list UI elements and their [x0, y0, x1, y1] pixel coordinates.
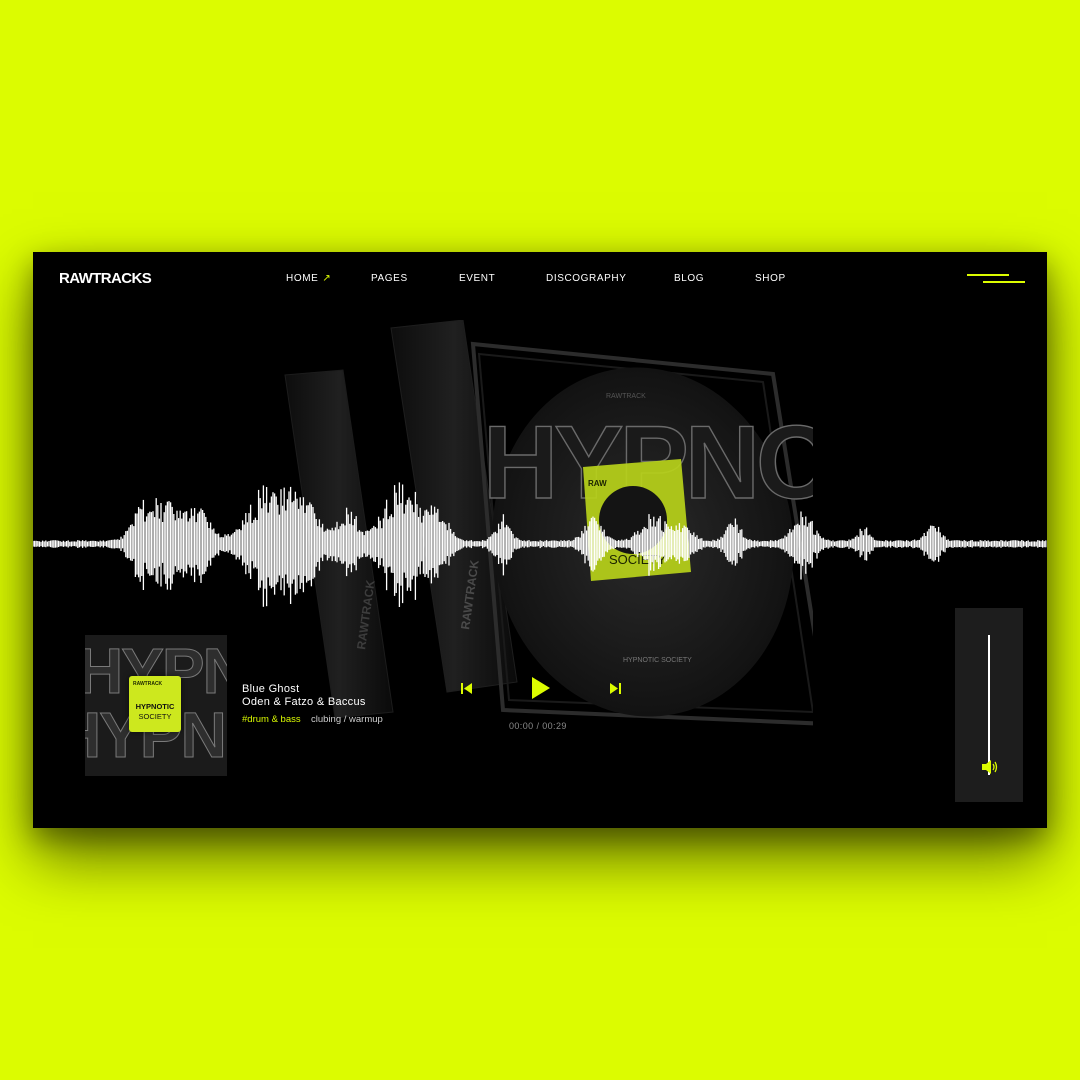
- app-window: RAWTRACK RAWTRACK HYPNO RAWTRACK HYPNOTI…: [33, 252, 1047, 828]
- arrow-up-right-icon: ↗: [322, 273, 332, 284]
- volume-slider-fill[interactable]: [988, 635, 990, 775]
- play-icon[interactable]: [531, 676, 551, 700]
- cover-brand: RAWTRACK: [133, 681, 163, 687]
- skip-next-icon[interactable]: [609, 683, 621, 694]
- skip-previous-icon[interactable]: [461, 683, 473, 694]
- track-artist: Oden & Fatzo & Baccus: [242, 696, 366, 708]
- playback-time: 00:00 / 00:29: [509, 721, 567, 731]
- cover-title-line2: SOCIETY: [138, 712, 172, 721]
- main-nav: HOME ↗ PAGES EVENT DISCOGRAPHY BLOG SHOP: [33, 273, 1047, 287]
- cover-sticker: RAWTRACK HYPNOTIC SOCIETY: [129, 676, 181, 732]
- audio-waveform: [33, 482, 1047, 607]
- genre-tag[interactable]: #drum & bass: [242, 714, 301, 725]
- nav-item-home[interactable]: HOME ↗: [286, 273, 331, 284]
- current-time: 00:00: [509, 721, 534, 731]
- volume-panel: [955, 608, 1023, 802]
- nav-item-blog[interactable]: BLOG: [674, 273, 704, 284]
- nav-item-label: HOME: [286, 273, 319, 284]
- nav-item-shop[interactable]: SHOP: [755, 273, 786, 284]
- cd-disc-text: HYPNOTIC SOCIETY: [623, 657, 692, 664]
- album-cover[interactable]: HYPNOTIC HYPNOTIC RAWTRACK HYPNOTIC SOCI…: [85, 635, 227, 776]
- cd-disc-brand: RAWTRACK: [606, 393, 646, 400]
- total-time: 00:29: [542, 721, 567, 731]
- hamburger-menu-icon[interactable]: [967, 272, 1025, 286]
- time-separator: /: [536, 721, 540, 731]
- nav-item-pages[interactable]: PAGES: [371, 273, 408, 284]
- nav-item-discography[interactable]: DISCOGRAPHY: [546, 273, 627, 284]
- track-title: Blue Ghost: [242, 683, 300, 695]
- speaker-icon[interactable]: [982, 760, 998, 774]
- nav-item-event[interactable]: EVENT: [459, 273, 495, 284]
- mood-tag: clubing / warmup: [311, 714, 383, 725]
- cover-title-line1: HYPNOTIC: [135, 702, 175, 711]
